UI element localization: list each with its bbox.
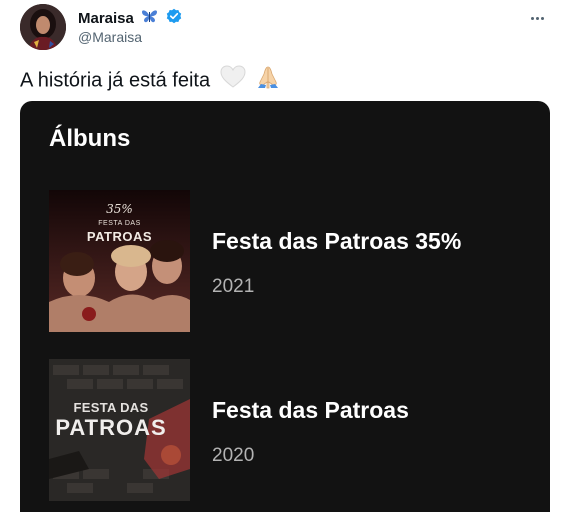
cover-percent: 35% — [106, 202, 133, 216]
album-cover[interactable]: FESTA DAS PATROAS — [49, 359, 190, 501]
butterfly-icon — [141, 9, 158, 29]
album-name[interactable]: Festa das Patroas 35% — [212, 228, 461, 255]
album-name[interactable]: Festa das Patroas — [212, 397, 409, 424]
album-item[interactable]: FESTA DAS PATROAS Festa das Patroas 2020 — [49, 359, 529, 501]
author-names: Maraisa @Maraisa — [78, 8, 182, 47]
cover-line2: PATROAS — [55, 415, 167, 440]
more-options-icon[interactable] — [524, 8, 550, 28]
handle[interactable]: @Maraisa — [78, 27, 182, 47]
folded-hands-icon — [255, 64, 281, 98]
tweet-header: Maraisa @Maraisa — [20, 4, 550, 50]
album-cover[interactable]: 35% FESTA DAS PATROAS — [49, 190, 190, 332]
cover-line1: FESTA DAS — [73, 400, 149, 415]
cover-line1: FESTA DAS — [98, 220, 141, 227]
tweet-text: A história já está feita — [20, 64, 281, 98]
albums-card[interactable]: Álbuns 35% FESTA DAS PATROAS Festa das P… — [20, 101, 550, 512]
tweet-text-content: A história já está feita — [20, 69, 211, 92]
album-year: 2020 — [212, 445, 255, 466]
white-heart-icon — [220, 65, 246, 97]
album-item[interactable]: 35% FESTA DAS PATROAS Festa das Patroas … — [49, 190, 529, 332]
display-name[interactable]: Maraisa — [78, 9, 134, 28]
avatar[interactable] — [20, 4, 66, 50]
album-year: 2021 — [212, 276, 255, 297]
verified-badge-icon — [166, 8, 182, 29]
card-title: Álbuns — [49, 125, 131, 152]
avatar-photo — [20, 4, 66, 50]
cover-line2: PATROAS — [86, 229, 153, 244]
